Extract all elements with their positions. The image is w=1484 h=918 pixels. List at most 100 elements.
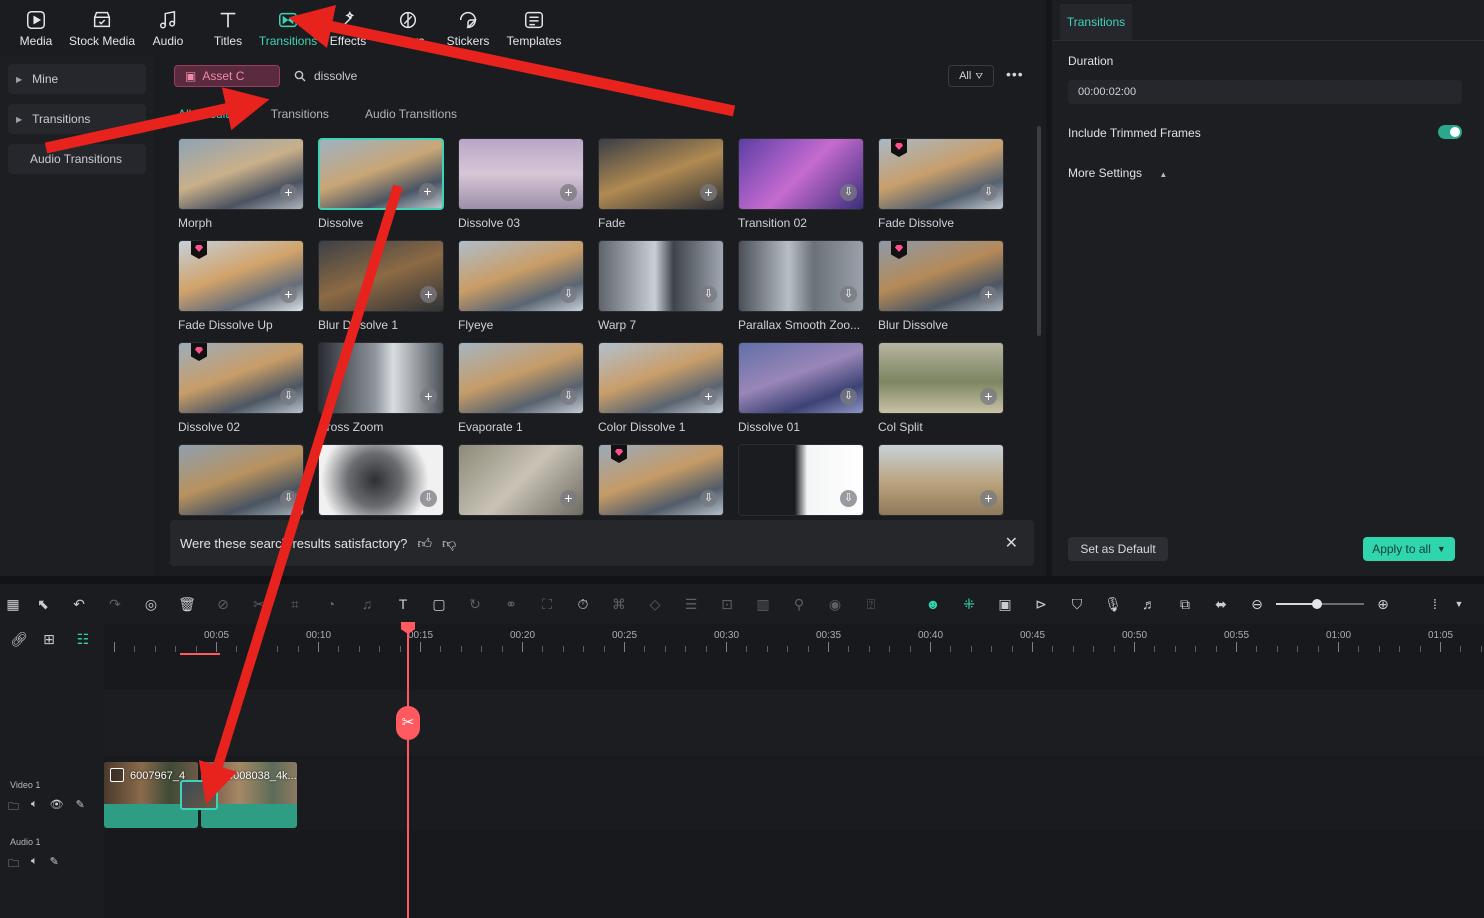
transition-card[interactable]: ⇩ Dissolve 02 [178, 342, 304, 434]
download-icon[interactable]: ⇩ [280, 388, 297, 405]
voiceover-list-icon[interactable]: ♬ [1140, 595, 1158, 613]
toolbar-stickers[interactable]: Stickers [438, 0, 498, 56]
transition-card[interactable]: + Fade Dissolve Up [178, 240, 304, 332]
transition-thumbnail[interactable]: ⇩ [738, 342, 864, 414]
audio-edit-icon[interactable]: ♫ [358, 595, 376, 613]
transition-thumbnail[interactable]: + [878, 342, 1004, 414]
detach-icon[interactable]: ⊘ [214, 595, 232, 613]
zoom-in-icon[interactable]: ⊕ [1374, 595, 1392, 613]
stabilize-icon[interactable]: ⚲ [790, 595, 808, 613]
speaker-icon[interactable]: 🔈︎ [31, 798, 38, 817]
redo-icon[interactable]: ↷ [106, 595, 124, 613]
replace-icon[interactable]: ⧉ [1176, 595, 1194, 613]
eye-icon[interactable]: 👁︎ [50, 798, 64, 817]
toolbar-filters[interactable]: Filters [378, 0, 438, 56]
close-icon[interactable]: ✕ [1005, 533, 1018, 553]
download-icon[interactable]: ⇩ [560, 388, 577, 405]
add-icon[interactable]: + [420, 286, 437, 303]
layout-grid-icon[interactable]: ▦ [4, 595, 22, 613]
waveform-icon[interactable]: ▥ [754, 595, 772, 613]
download-icon[interactable]: ⇩ [700, 286, 717, 303]
toolbar-stock-media[interactable]: Stock Media [66, 0, 138, 56]
zoom-out-icon[interactable]: ⊖ [1248, 595, 1266, 613]
playhead[interactable] [407, 624, 409, 918]
undo-icon[interactable]: ↶ [70, 595, 88, 613]
download-icon[interactable]: ⇩ [560, 286, 577, 303]
add-icon[interactable]: + [700, 388, 717, 405]
adjust-icon[interactable]: ☰ [682, 595, 700, 613]
transition-card[interactable]: ⇩ [598, 444, 724, 516]
more-options-icon[interactable]: ••• [1006, 66, 1024, 82]
microphone-icon[interactable]: 🎙︎ [1104, 595, 1122, 613]
download-icon[interactable]: ⇩ [700, 490, 717, 507]
text-icon[interactable]: T [394, 595, 412, 613]
transition-thumbnail[interactable]: ⇩ [598, 240, 724, 312]
scissors-icon[interactable]: ✂ [396, 706, 420, 740]
transition-thumbnail[interactable]: + [318, 138, 444, 210]
add-icon[interactable]: + [280, 286, 297, 303]
sidebar-item-transitions[interactable]: ▶ Transitions [8, 104, 146, 134]
transition-thumbnail[interactable]: ⇩ [738, 444, 864, 516]
add-icon[interactable]: + [560, 490, 577, 507]
keyframe-icon[interactable]: ◇ [646, 595, 664, 613]
transition-card[interactable]: ⇩ Evaporate 1 [458, 342, 584, 434]
transition-thumbnail[interactable]: ⇩ [458, 240, 584, 312]
transition-thumbnail[interactable]: + [598, 138, 724, 210]
transition-thumbnail[interactable]: + [318, 240, 444, 312]
add-icon[interactable]: + [700, 184, 717, 201]
toolbar-audio[interactable]: Audio [138, 0, 198, 56]
download-icon[interactable]: ⇩ [840, 388, 857, 405]
ai-copilot-icon[interactable]: ☻ [924, 595, 942, 613]
magic-wand-icon[interactable]: ✎ [50, 855, 59, 874]
link-icon[interactable]: 🔗︎ [10, 630, 28, 648]
sidebar-item-mine[interactable]: ▶ Mine [8, 64, 146, 94]
transition-thumbnail[interactable]: + [178, 138, 304, 210]
transition-thumbnail[interactable]: ⇩ [458, 342, 584, 414]
transition-thumbnail[interactable]: ⇩ [178, 444, 304, 516]
duration-field[interactable]: 00:00:02:00 [1068, 80, 1462, 104]
shield-icon[interactable]: ⛉ [1068, 595, 1086, 613]
ai-text-icon[interactable]: ⊡ [718, 595, 736, 613]
transition-block[interactable] [180, 780, 218, 810]
asset-center-button[interactable]: ▣ Asset C [174, 65, 280, 87]
tab-transitions[interactable]: Transitions [271, 107, 329, 121]
browser-scrollbar[interactable] [1037, 126, 1041, 336]
transition-thumbnail[interactable]: ⇩ [178, 342, 304, 414]
timer-icon[interactable]: ⏱ [574, 595, 592, 613]
magic-wand-icon[interactable]: ✎ [76, 798, 85, 817]
add-icon[interactable]: + [420, 388, 437, 405]
speed-icon[interactable]: ◔ [322, 595, 340, 613]
speaker-icon[interactable]: 🔈︎ [31, 855, 38, 874]
toolbar-templates[interactable]: Templates [498, 0, 570, 56]
delete-icon[interactable]: 🗑︎ [178, 595, 196, 613]
toolbar-effects[interactable]: Effects [318, 0, 378, 56]
motion-icon[interactable]: ◉ [826, 595, 844, 613]
tab-all-results[interactable]: All Results [178, 107, 235, 121]
folder-icon[interactable]: 🗀 [8, 798, 19, 817]
transition-thumbnail[interactable]: ⇩ [738, 138, 864, 210]
thumbs-down-icon[interactable]: 👎︎ [442, 535, 456, 552]
add-icon[interactable]: + [419, 183, 436, 200]
transition-card[interactable]: ⇩ [738, 444, 864, 516]
transition-thumbnail[interactable]: + [318, 342, 444, 414]
set-as-default-button[interactable]: Set as Default [1068, 537, 1168, 561]
fit-icon[interactable]: ⬌ [1212, 595, 1230, 613]
download-icon[interactable]: ⇩ [980, 184, 997, 201]
download-icon[interactable]: ⇩ [840, 286, 857, 303]
transition-card[interactable]: + [458, 444, 584, 516]
add-track-icon[interactable]: ⊞ [40, 630, 58, 648]
toolbar-transitions[interactable]: Transitions [258, 0, 318, 56]
transition-card[interactable]: + Dissolve [318, 138, 444, 230]
transition-thumbnail[interactable]: + [878, 444, 1004, 516]
add-icon[interactable]: + [980, 388, 997, 405]
transition-thumbnail[interactable]: + [458, 444, 584, 516]
apply-to-all-button[interactable]: Apply to all ▼ [1363, 537, 1455, 561]
transition-card[interactable]: ⇩ Transition 02 [738, 138, 864, 230]
crop-icon[interactable]: ⌗ [286, 595, 304, 613]
toolbar-titles[interactable]: Titles [198, 0, 258, 56]
add-icon[interactable]: + [980, 286, 997, 303]
track-manager-icon[interactable]: ☷ [74, 630, 92, 648]
transition-card[interactable]: ⇩ Flyeye [458, 240, 584, 332]
panel-splitter[interactable] [0, 576, 1484, 584]
folder-icon[interactable]: 🗀 [8, 855, 19, 874]
